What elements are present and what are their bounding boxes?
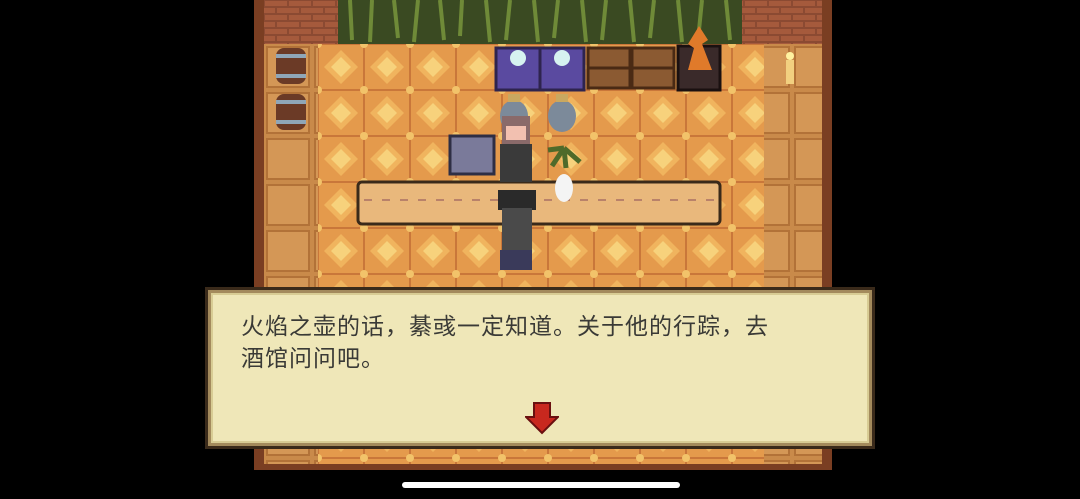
top-brick-wall-right <box>742 0 822 44</box>
wall-vines <box>338 0 742 44</box>
crystal-shelf <box>494 46 586 92</box>
wooden-crate <box>586 46 676 90</box>
player-character <box>498 190 536 270</box>
shopkeeper-npc <box>500 116 532 182</box>
shop-counter <box>356 180 722 226</box>
candle-stand <box>786 52 794 84</box>
barrel <box>276 48 306 84</box>
barrel <box>276 94 306 130</box>
dialog-text: 火焰之壶的话，綦彧一定知道。关于他的行踪，去 酒馆问问吧。 <box>241 314 769 372</box>
top-brick-wall-left <box>264 0 338 44</box>
dialog-box[interactable]: 火焰之壶的话，綦彧一定知道。关于他的行踪，去 酒馆问问吧。 <box>208 290 872 446</box>
home-indicator[interactable] <box>402 482 680 488</box>
stool <box>448 134 496 176</box>
red-down-arrow-icon[interactable] <box>525 401 559 435</box>
